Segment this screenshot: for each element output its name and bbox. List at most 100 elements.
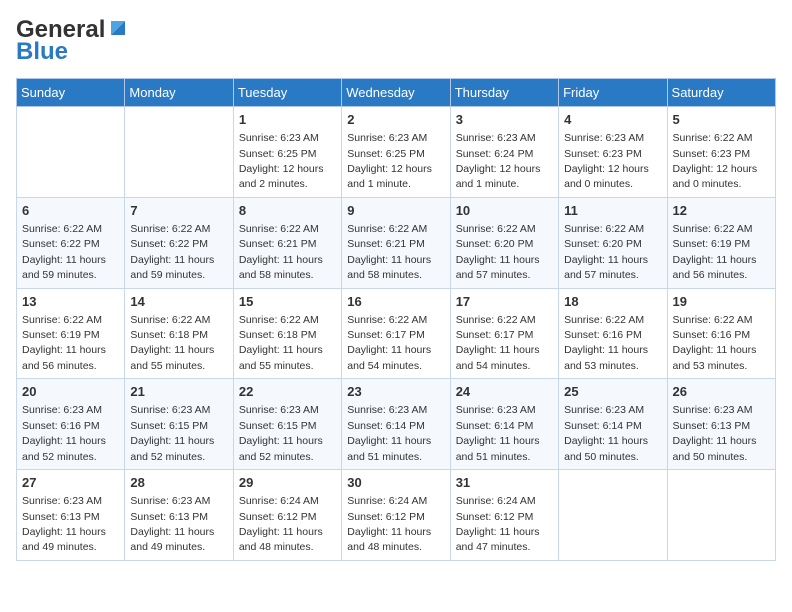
day-info: Sunrise: 6:23 AM Sunset: 6:23 PM Dayligh… — [564, 132, 649, 190]
calendar-cell — [17, 107, 125, 198]
day-number: 21 — [130, 383, 227, 401]
calendar-week-3: 13 Sunrise: 6:22 AM Sunset: 6:19 PM Dayli… — [17, 288, 776, 379]
day-number: 11 — [564, 202, 661, 220]
calendar-cell: 31Sunrise: 6:24 AM Sunset: 6:12 PM Dayli… — [450, 470, 558, 561]
logo: General Blue — [16, 16, 129, 66]
day-number: 10 — [456, 202, 553, 220]
day-info: Sunrise: 6:23 AM Sunset: 6:16 PM Dayligh… — [22, 404, 106, 462]
calendar-week-1: 1 Sunrise: 6:23 AM Sunset: 6:25 PM Daylig… — [17, 107, 776, 198]
day-number: 29 — [239, 474, 336, 492]
calendar-cell: 19Sunrise: 6:22 AM Sunset: 6:16 PM Dayli… — [667, 288, 775, 379]
calendar-cell: 29 Sunrise: 6:24 AM Sunset: 6:12 PM Dayli… — [233, 470, 341, 561]
calendar-cell: 15 Sunrise: 6:22 AM Sunset: 6:18 PM Dayli… — [233, 288, 341, 379]
day-info: Sunrise: 6:22 AM Sunset: 6:17 PM Dayligh… — [456, 314, 540, 372]
day-of-week-sunday: Sunday — [17, 79, 125, 107]
calendar-cell: 6Sunrise: 6:22 AM Sunset: 6:22 PM Daylig… — [17, 197, 125, 288]
day-number: 4 — [564, 111, 661, 129]
day-info: Sunrise: 6:22 AM Sunset: 6:18 PM Dayligh… — [239, 314, 323, 372]
logo-blue: Blue — [16, 38, 68, 66]
calendar-cell: 10 Sunrise: 6:22 AM Sunset: 6:20 PM Dayli… — [450, 197, 558, 288]
day-info: Sunrise: 6:24 AM Sunset: 6:12 PM Dayligh… — [239, 495, 323, 553]
calendar-cell: 23Sunrise: 6:23 AM Sunset: 6:14 PM Dayli… — [342, 379, 450, 470]
day-of-week-thursday: Thursday — [450, 79, 558, 107]
calendar-cell: 13 Sunrise: 6:22 AM Sunset: 6:19 PM Dayli… — [17, 288, 125, 379]
calendar-cell: 2Sunrise: 6:23 AM Sunset: 6:25 PM Daylig… — [342, 107, 450, 198]
day-info: Sunrise: 6:23 AM Sunset: 6:13 PM Dayligh… — [673, 404, 757, 462]
day-number: 17 — [456, 293, 553, 311]
day-info: Sunrise: 6:23 AM Sunset: 6:14 PM Dayligh… — [564, 404, 648, 462]
calendar-cell: 27 Sunrise: 6:23 AM Sunset: 6:13 PM Dayli… — [17, 470, 125, 561]
day-number: 12 — [673, 202, 770, 220]
calendar-cell: 14 Sunrise: 6:22 AM Sunset: 6:18 PM Dayli… — [125, 288, 233, 379]
day-number: 5 — [673, 111, 770, 129]
day-info: Sunrise: 6:23 AM Sunset: 6:25 PM Dayligh… — [239, 132, 324, 190]
calendar-cell: 25 Sunrise: 6:23 AM Sunset: 6:14 PM Dayli… — [559, 379, 667, 470]
calendar-cell: 21 Sunrise: 6:23 AM Sunset: 6:15 PM Dayli… — [125, 379, 233, 470]
calendar-cell: 11 Sunrise: 6:22 AM Sunset: 6:20 PM Dayli… — [559, 197, 667, 288]
day-of-week-tuesday: Tuesday — [233, 79, 341, 107]
calendar-table: SundayMondayTuesdayWednesdayThursdayFrid… — [16, 78, 776, 561]
day-number: 7 — [130, 202, 227, 220]
page-header: General Blue — [16, 16, 776, 66]
calendar-cell: 8Sunrise: 6:22 AM Sunset: 6:21 PM Daylig… — [233, 197, 341, 288]
day-info: Sunrise: 6:22 AM Sunset: 6:20 PM Dayligh… — [564, 223, 648, 281]
day-info: Sunrise: 6:22 AM Sunset: 6:19 PM Dayligh… — [22, 314, 106, 372]
day-info: Sunrise: 6:23 AM Sunset: 6:15 PM Dayligh… — [239, 404, 323, 462]
day-number: 13 — [22, 293, 119, 311]
calendar-cell: 28 Sunrise: 6:23 AM Sunset: 6:13 PM Dayli… — [125, 470, 233, 561]
day-info: Sunrise: 6:22 AM Sunset: 6:18 PM Dayligh… — [130, 314, 214, 372]
day-info: Sunrise: 6:22 AM Sunset: 6:19 PM Dayligh… — [673, 223, 757, 281]
day-of-week-wednesday: Wednesday — [342, 79, 450, 107]
day-of-week-monday: Monday — [125, 79, 233, 107]
calendar-cell: 30 Sunrise: 6:24 AM Sunset: 6:12 PM Dayli… — [342, 470, 450, 561]
day-number: 24 — [456, 383, 553, 401]
day-number: 2 — [347, 111, 444, 129]
day-of-week-header-row: SundayMondayTuesdayWednesdayThursdayFrid… — [17, 79, 776, 107]
day-of-week-friday: Friday — [559, 79, 667, 107]
day-info: Sunrise: 6:23 AM Sunset: 6:24 PM Dayligh… — [456, 132, 541, 190]
day-number: 19 — [673, 293, 770, 311]
calendar-cell: 12 Sunrise: 6:22 AM Sunset: 6:19 PM Dayli… — [667, 197, 775, 288]
calendar-cell: 3 Sunrise: 6:23 AM Sunset: 6:24 PM Daylig… — [450, 107, 558, 198]
day-of-week-saturday: Saturday — [667, 79, 775, 107]
calendar-cell: 17 Sunrise: 6:22 AM Sunset: 6:17 PM Dayli… — [450, 288, 558, 379]
day-number: 31 — [456, 474, 553, 492]
calendar-body: 1 Sunrise: 6:23 AM Sunset: 6:25 PM Daylig… — [17, 107, 776, 561]
day-info: Sunrise: 6:22 AM Sunset: 6:21 PM Dayligh… — [239, 223, 323, 281]
day-info: Sunrise: 6:23 AM Sunset: 6:14 PM Dayligh… — [456, 404, 540, 462]
day-number: 27 — [22, 474, 119, 492]
day-info: Sunrise: 6:22 AM Sunset: 6:20 PM Dayligh… — [456, 223, 540, 281]
day-info: Sunrise: 6:23 AM Sunset: 6:13 PM Dayligh… — [22, 495, 106, 553]
calendar-cell: 5 Sunrise: 6:22 AM Sunset: 6:23 PM Daylig… — [667, 107, 775, 198]
calendar-cell: 1 Sunrise: 6:23 AM Sunset: 6:25 PM Daylig… — [233, 107, 341, 198]
calendar-cell: 18Sunrise: 6:22 AM Sunset: 6:16 PM Dayli… — [559, 288, 667, 379]
day-number: 20 — [22, 383, 119, 401]
day-number: 14 — [130, 293, 227, 311]
day-info: Sunrise: 6:22 AM Sunset: 6:17 PM Dayligh… — [347, 314, 431, 372]
calendar-cell: 24 Sunrise: 6:23 AM Sunset: 6:14 PM Dayli… — [450, 379, 558, 470]
day-info: Sunrise: 6:22 AM Sunset: 6:21 PM Dayligh… — [347, 223, 431, 281]
logo-icon — [107, 17, 129, 39]
day-info: Sunrise: 6:23 AM Sunset: 6:15 PM Dayligh… — [130, 404, 214, 462]
day-number: 1 — [239, 111, 336, 129]
day-number: 3 — [456, 111, 553, 129]
calendar-cell: 16Sunrise: 6:22 AM Sunset: 6:17 PM Dayli… — [342, 288, 450, 379]
day-number: 30 — [347, 474, 444, 492]
day-number: 6 — [22, 202, 119, 220]
day-number: 28 — [130, 474, 227, 492]
day-info: Sunrise: 6:22 AM Sunset: 6:16 PM Dayligh… — [564, 314, 648, 372]
calendar-week-4: 20 Sunrise: 6:23 AM Sunset: 6:16 PM Dayli… — [17, 379, 776, 470]
day-info: Sunrise: 6:23 AM Sunset: 6:14 PM Dayligh… — [347, 404, 431, 462]
day-number: 15 — [239, 293, 336, 311]
day-info: Sunrise: 6:22 AM Sunset: 6:23 PM Dayligh… — [673, 132, 758, 190]
day-number: 9 — [347, 202, 444, 220]
day-info: Sunrise: 6:24 AM Sunset: 6:12 PM Dayligh… — [347, 495, 431, 553]
calendar-cell: 22Sunrise: 6:23 AM Sunset: 6:15 PM Dayli… — [233, 379, 341, 470]
day-number: 25 — [564, 383, 661, 401]
calendar-cell: 20 Sunrise: 6:23 AM Sunset: 6:16 PM Dayli… — [17, 379, 125, 470]
calendar-cell — [559, 470, 667, 561]
day-info: Sunrise: 6:23 AM Sunset: 6:13 PM Dayligh… — [130, 495, 214, 553]
day-number: 26 — [673, 383, 770, 401]
calendar-cell: 9 Sunrise: 6:22 AM Sunset: 6:21 PM Daylig… — [342, 197, 450, 288]
calendar-cell — [125, 107, 233, 198]
